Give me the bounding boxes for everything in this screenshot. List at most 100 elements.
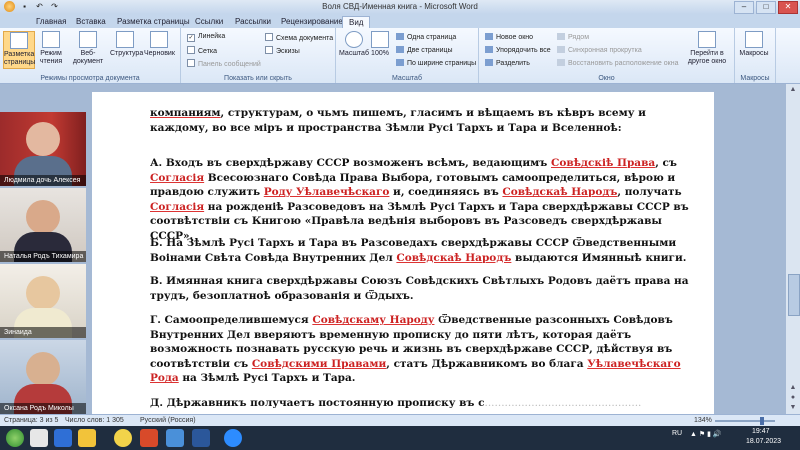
side-by-side-button[interactable]: Рядом <box>557 33 589 41</box>
zoom-button[interactable]: Масштаб <box>339 31 369 67</box>
arrange-icon <box>485 46 493 53</box>
smiley-icon[interactable] <box>114 429 132 447</box>
avatar <box>26 276 60 310</box>
paragraph-a: А. Входъ въ сверхдѣржаву СССР возможенъ … <box>150 157 689 242</box>
document-map-checkbox[interactable]: Схема документа <box>265 33 333 42</box>
tab-home[interactable]: Главная <box>36 16 66 28</box>
chrome-icon[interactable] <box>30 429 48 447</box>
app-icon[interactable] <box>166 429 184 447</box>
participant-tile[interactable]: Людмила дочь Алексея <box>0 112 86 186</box>
print-layout-button[interactable]: Разметка страницы <box>3 31 35 69</box>
views-group-label: Режимы просмотра документа <box>40 75 140 82</box>
tray-date[interactable]: 18.07.2023 <box>746 438 781 445</box>
word-icon[interactable] <box>192 429 210 447</box>
taskbar: RU ▲ ⚑ ▮ 🔊 19:47 18.07.2023 <box>0 426 800 450</box>
page-count[interactable]: Страница: 3 из 5 <box>4 417 58 424</box>
paragraph-intro: компаниям, структурам, о чьмъ пишемъ, гл… <box>150 107 646 134</box>
magnifier-icon <box>345 31 363 48</box>
prev-page-icon[interactable]: ▲ <box>788 384 798 391</box>
window-group-label: Окно <box>598 75 615 82</box>
participant-name: Людмила дочь Алексея <box>0 175 86 186</box>
scroll-thumb[interactable] <box>788 274 800 316</box>
word-count[interactable]: Число слов: 1 305 <box>65 417 124 424</box>
arrange-all-button[interactable]: Упорядочить все <box>485 46 551 54</box>
zoom-app-icon[interactable] <box>224 429 242 447</box>
macros-button[interactable]: Макросы <box>739 31 769 67</box>
check-icon: ✓ <box>187 34 195 42</box>
window-group: Новое окно Упорядочить все Разделить Ряд… <box>479 28 735 83</box>
page-width-icon <box>396 59 404 66</box>
web-layout-button[interactable]: Веб-документ <box>70 31 106 67</box>
draft-icon <box>150 31 168 48</box>
next-page-icon[interactable]: ▼ <box>788 404 798 411</box>
windows-icon <box>698 31 716 48</box>
sync-scroll-icon <box>557 46 565 53</box>
page-width-button[interactable]: По ширине страницы <box>396 59 476 67</box>
draft-button[interactable]: Черновик <box>144 31 175 67</box>
new-window-button[interactable]: Новое окно <box>485 33 533 41</box>
outline-button[interactable]: Структура <box>110 31 143 67</box>
ribbon-tabs: Главная Вставка Разметка страницы Ссылки… <box>0 14 800 39</box>
book-icon <box>42 31 60 48</box>
page-100-icon <box>371 31 389 48</box>
tab-review[interactable]: Рецензирование <box>281 16 343 28</box>
two-pages-icon <box>396 46 404 53</box>
language-indicator[interactable]: Русский (Россия) <box>140 417 196 424</box>
folder-icon[interactable] <box>78 429 96 447</box>
one-page-button[interactable]: Одна страница <box>396 33 456 41</box>
start-icon[interactable] <box>6 429 24 447</box>
paragraph-b: Б. На Зѣмлѣ Русі Тархъ и Тара въ Разсове… <box>150 237 687 264</box>
scroll-up-icon[interactable]: ▲ <box>788 86 798 93</box>
maximize-button[interactable]: □ <box>756 1 776 14</box>
ruler-checkbox[interactable]: ✓ Линейка <box>187 33 225 42</box>
zoom-level[interactable]: 134% <box>694 417 712 424</box>
app-icon[interactable] <box>140 429 158 447</box>
split-button[interactable]: Разделить <box>485 59 530 67</box>
tab-mailings[interactable]: Рассылки <box>235 16 271 28</box>
participant-name: Зинаида <box>0 327 86 338</box>
tab-insert[interactable]: Вставка <box>76 16 106 28</box>
message-bar-checkbox[interactable]: Панель сообщений <box>187 59 261 68</box>
document-page[interactable]: компаниям, структурам, о чьмъ пишемъ, гл… <box>92 92 714 414</box>
participant-tile[interactable]: Зинаида <box>0 264 86 338</box>
participant-name: Оксана Родъ Миколы <box>0 403 86 414</box>
gridlines-checkbox[interactable]: Сетка <box>187 46 217 55</box>
minimize-button[interactable]: – <box>734 1 754 14</box>
two-pages-button[interactable]: Две страницы <box>396 46 453 54</box>
browse-object-icon[interactable]: ● <box>788 394 798 401</box>
switch-windows-button[interactable]: Перейти в другое окно <box>683 31 731 67</box>
page-icon <box>10 32 28 49</box>
media-player-icon[interactable] <box>54 429 72 447</box>
participant-tile[interactable]: Наталья Родъ Тихамира <box>0 188 86 262</box>
document-area: компаниям, структурам, о чьмъ пишемъ, гл… <box>0 84 800 414</box>
synchronous-scrolling-button[interactable]: Синхронная прокрутка <box>557 46 642 54</box>
vertical-scrollbar[interactable]: ▲ ▲ ● ▼ <box>786 84 800 414</box>
paragraph-v: В. Имянная книга сверхдѣржавы Союзъ Совѣ… <box>150 275 689 302</box>
split-icon <box>485 59 493 66</box>
globe-icon <box>79 31 97 48</box>
new-window-icon <box>485 33 493 40</box>
full-screen-reading-button[interactable]: Режим чтения <box>36 31 66 67</box>
window-title: Воля СВД-Именная книга - Microsoft Word <box>322 2 478 11</box>
tray-icons[interactable]: ▲ ⚑ ▮ 🔊 <box>690 430 722 438</box>
side-by-side-icon <box>557 33 565 40</box>
zoom-slider[interactable] <box>715 420 775 422</box>
avatar <box>26 200 60 234</box>
zoom-slider-thumb[interactable] <box>760 417 764 425</box>
reset-window-position-button[interactable]: Восстановить расположение окна <box>557 59 678 67</box>
tab-page-layout[interactable]: Разметка страницы <box>117 16 190 28</box>
paragraph-d: Д. Дѣржавникъ получаетъ постоянную пропи… <box>150 397 642 409</box>
zoom-100-button[interactable]: 100% <box>369 31 391 67</box>
views-group: Разметка страницы Режим чтения Веб-докум… <box>0 28 181 83</box>
title-bar: ▪ ↶ ↷ Воля СВД-Именная книга - Microsoft… <box>0 0 800 14</box>
tray-time[interactable]: 19:47 <box>752 428 770 435</box>
zoom-group: Масштаб 100% Одна страница Две страницы … <box>336 28 479 83</box>
thumbnails-checkbox[interactable]: Эскизы <box>265 46 300 55</box>
tray-language[interactable]: RU <box>672 430 682 437</box>
participant-tile[interactable]: Оксана Родъ Миколы <box>0 340 86 414</box>
show-hide-group-label: Показать или скрыть <box>224 75 292 82</box>
zoom-group-label: Масштаб <box>392 75 422 82</box>
tab-references[interactable]: Ссылки <box>195 16 223 28</box>
reset-window-icon <box>557 59 565 66</box>
close-button[interactable]: ✕ <box>778 1 798 14</box>
